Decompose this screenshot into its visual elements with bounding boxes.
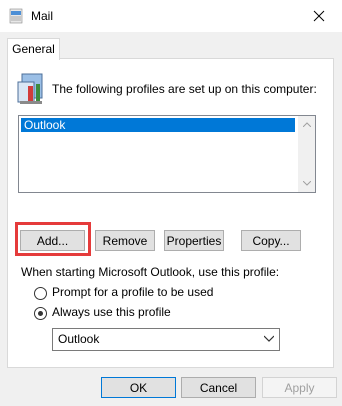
general-panel [7,58,334,368]
cancel-button[interactable]: Cancel [181,377,256,398]
profile-select-value: Outlook [58,332,100,346]
properties-button[interactable]: Properties [164,230,224,251]
apply-button[interactable]: Apply [262,377,337,398]
add-button[interactable]: Add... [20,230,85,251]
prompt-radio-label[interactable]: Prompt for a profile to be used [52,285,213,299]
title-bar: Mail [0,0,342,32]
prompt-radio[interactable] [34,287,47,300]
scroll-down-button[interactable] [298,175,315,192]
always-radio[interactable] [34,307,47,320]
chevron-down-icon [302,181,311,186]
close-button[interactable] [296,0,342,32]
startup-label: When starting Microsoft Outlook, use thi… [21,265,280,279]
ok-button[interactable]: OK [101,377,176,398]
scroll-up-button[interactable] [298,116,315,133]
profiles-list[interactable]: Outlook [18,115,316,193]
mail-icon [9,8,23,24]
profiles-icon [17,73,43,104]
always-radio-label[interactable]: Always use this profile [52,305,171,319]
tab-general[interactable]: General [7,38,60,60]
chevron-up-icon [302,122,311,127]
copy-button[interactable]: Copy... [241,230,301,251]
chevron-down-icon [264,335,274,342]
profile-select[interactable]: Outlook [52,328,280,351]
list-scrollbar[interactable] [298,116,315,192]
close-icon [313,10,325,22]
profiles-label: The following profiles are set up on thi… [52,82,317,96]
remove-button[interactable]: Remove [95,230,155,251]
window-title: Mail [31,9,54,23]
list-item[interactable]: Outlook [21,118,295,132]
